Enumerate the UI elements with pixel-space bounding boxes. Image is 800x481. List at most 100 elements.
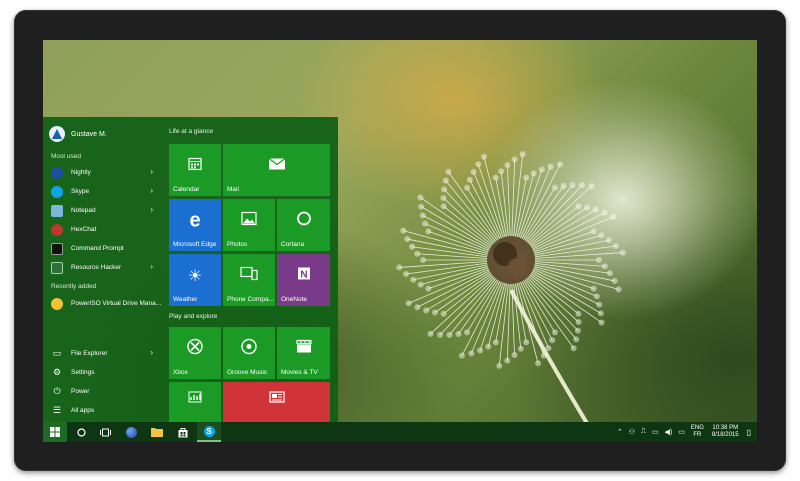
app-notepad[interactable]: Notepad › xyxy=(43,201,163,220)
all-apps-button[interactable]: ☰ All apps xyxy=(43,401,163,420)
sun-icon: ☀ xyxy=(187,267,203,285)
folder-icon xyxy=(151,428,163,437)
skype-icon xyxy=(51,185,63,198)
tile-label: OneNote xyxy=(281,296,308,303)
taskbar-store[interactable] xyxy=(171,422,195,442)
file-explorer-button[interactable]: ▭ File Explorer › xyxy=(43,344,163,363)
clock[interactable]: 10:38 PM 8/18/2015 xyxy=(712,425,739,439)
tile-mail[interactable]: Mail xyxy=(223,144,330,196)
tile-phone-companion[interactable]: Phone Compa... xyxy=(223,254,275,306)
recently-added-label: Recently added xyxy=(51,283,97,290)
taskbar-file-explorer[interactable] xyxy=(145,422,169,442)
app-label: Command Prompt xyxy=(71,245,124,252)
group-play-and-explore: Play and explore xyxy=(169,313,218,320)
svg-text:N: N xyxy=(300,269,307,280)
tile-weather[interactable]: ☀ Weather xyxy=(169,254,221,306)
start-button[interactable] xyxy=(43,422,67,442)
skype-icon: S xyxy=(203,425,215,437)
user-account-button[interactable]: Gustave M. xyxy=(49,123,107,145)
newspaper-icon xyxy=(268,390,285,408)
file-explorer-label: File Explorer xyxy=(71,350,108,357)
tile-onenote[interactable]: N OneNote xyxy=(277,254,330,306)
taskbar-nightly[interactable] xyxy=(119,422,143,442)
tile-label: Groove Music xyxy=(227,369,268,376)
photos-icon xyxy=(241,211,257,230)
cortana-circle-icon xyxy=(76,427,86,437)
tile-news[interactable] xyxy=(223,382,330,422)
notification-icon[interactable]: ▯ xyxy=(747,428,751,437)
network-icon[interactable]: ▭ xyxy=(678,428,685,436)
app-command-prompt[interactable]: Command Prompt xyxy=(43,239,163,258)
tile-groove-music[interactable]: Groove Music xyxy=(223,327,275,379)
tile-xbox[interactable]: Xbox xyxy=(169,327,221,379)
chevron-right-icon[interactable]: › xyxy=(150,348,153,357)
power-button[interactable]: ⏻ Power xyxy=(43,382,163,401)
most-used-label: Most used xyxy=(51,153,81,160)
start-bottom-list: ▭ File Explorer › ⚙ Settings ⏻ Power ☰ A… xyxy=(43,344,163,420)
tile-label: Phone Compa... xyxy=(227,296,274,303)
cortana-icon xyxy=(296,210,312,231)
phone-companion-icon xyxy=(240,266,258,285)
tile-movies-tv[interactable]: Movies & TV xyxy=(277,327,330,379)
nightly-icon xyxy=(51,166,63,179)
desktop-screen: Gustave M. Most used Nightly › Skype › N… xyxy=(43,40,757,442)
chevron-right-icon[interactable]: › xyxy=(150,186,153,195)
chevron-right-icon[interactable]: › xyxy=(150,262,153,271)
mail-icon xyxy=(268,156,286,175)
action-center-icon[interactable]: ▭ xyxy=(652,428,659,436)
settings-button[interactable]: ⚙ Settings xyxy=(43,363,163,382)
poweriso-icon xyxy=(51,297,63,310)
edge-icon: e xyxy=(189,209,201,232)
notepad-icon xyxy=(51,204,63,217)
usb-icon[interactable]: ⎍ xyxy=(641,428,646,436)
clock-time: 10:38 PM xyxy=(712,425,739,431)
groove-music-icon xyxy=(241,338,257,359)
app-label: Skype xyxy=(71,188,90,195)
taskbar-skype[interactable]: S xyxy=(197,422,221,442)
chevron-right-icon[interactable]: › xyxy=(150,167,153,176)
app-resource-hacker[interactable]: Resource Hacker › xyxy=(43,258,163,277)
most-used-list: Nightly › Skype › Notepad › HexChat Comm… xyxy=(43,163,163,277)
tile-cortana[interactable]: Cortana xyxy=(277,199,330,251)
app-skype[interactable]: Skype › xyxy=(43,182,163,201)
app-label: PowerISO Virtual Drive Mana... xyxy=(71,300,162,307)
language-indicator[interactable]: ENG FR xyxy=(691,425,704,439)
start-menu: Gustave M. Most used Nightly › Skype › N… xyxy=(43,117,338,422)
app-label: Nightly xyxy=(71,169,91,176)
start-left-column: Gustave M. Most used Nightly › Skype › N… xyxy=(43,117,163,422)
chevron-right-icon[interactable]: › xyxy=(150,205,153,214)
tile-money[interactable] xyxy=(169,382,221,422)
task-view-button[interactable] xyxy=(93,422,117,442)
people-icon[interactable]: ⚇ xyxy=(629,428,635,436)
group-life-at-a-glance: Life at a glance xyxy=(169,128,214,135)
all-apps-label: All apps xyxy=(71,407,95,414)
power-label: Power xyxy=(71,388,90,395)
tile-microsoft-edge[interactable]: e Microsoft Edge xyxy=(169,199,221,251)
chevron-up-icon[interactable]: ⌃ xyxy=(617,428,623,436)
cortana-search-button[interactable] xyxy=(69,422,93,442)
task-view-icon xyxy=(99,428,111,436)
tile-label: Movies & TV xyxy=(281,369,318,376)
tile-calendar[interactable]: Calendar xyxy=(169,144,221,196)
app-poweriso[interactable]: PowerISO Virtual Drive Mana... xyxy=(43,294,163,313)
settings-label: Settings xyxy=(71,369,95,376)
store-bag-icon xyxy=(178,427,188,437)
system-tray: ⌃ ⚇ ⎍ ▭ ◀) ▭ ENG FR 10:38 PM 8/18/2015 ▯ xyxy=(617,422,751,442)
list-icon: ☰ xyxy=(52,405,62,415)
clapperboard-icon xyxy=(295,339,312,358)
taskbar: S ⌃ ⚇ ⎍ ▭ ◀) ▭ ENG FR 10:38 PM 8/18/2015… xyxy=(43,422,757,442)
app-hexchat[interactable]: HexChat xyxy=(43,220,163,239)
hexchat-icon xyxy=(51,223,63,236)
tile-label: Xbox xyxy=(173,369,188,376)
tile-photos[interactable]: Photos xyxy=(223,199,275,251)
gear-icon: ⚙ xyxy=(52,367,62,377)
recently-added-list: PowerISO Virtual Drive Mana... xyxy=(43,294,163,313)
volume-icon[interactable]: ◀) xyxy=(665,428,673,436)
nightly-icon xyxy=(125,426,137,438)
user-avatar-icon xyxy=(49,126,65,142)
app-nightly[interactable]: Nightly › xyxy=(43,163,163,182)
app-label: Notepad xyxy=(71,207,96,214)
power-icon: ⏻ xyxy=(53,386,61,396)
onenote-icon: N xyxy=(296,265,312,286)
tile-label: Weather xyxy=(173,296,198,303)
